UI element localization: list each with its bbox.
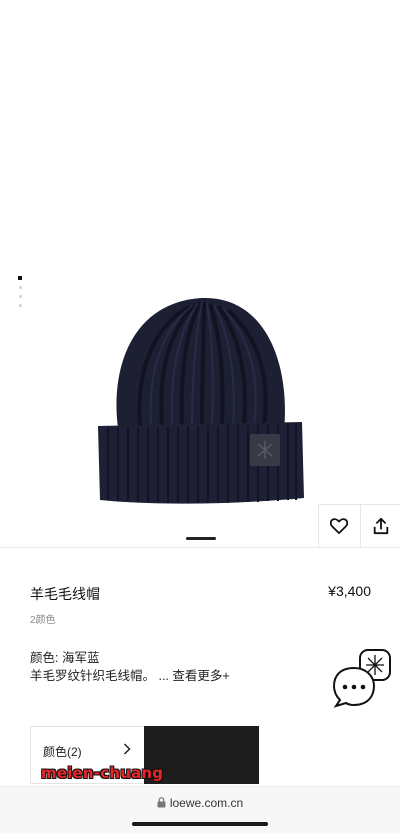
pagination-dot-active[interactable] bbox=[18, 276, 22, 280]
share-button[interactable] bbox=[360, 505, 400, 547]
chat-bubbles-icon bbox=[330, 648, 396, 710]
watermark-text: meien-chuang bbox=[41, 764, 163, 782]
browser-address-bar[interactable]: loewe.com.cn bbox=[0, 786, 400, 833]
wishlist-button[interactable] bbox=[319, 505, 360, 547]
customer-chat-button[interactable] bbox=[330, 648, 396, 710]
colors-count: 2颜色 bbox=[30, 611, 56, 626]
view-more-link[interactable]: 查看更多+ bbox=[172, 669, 229, 683]
product-image bbox=[40, 258, 360, 518]
pagination-dot[interactable] bbox=[19, 304, 22, 307]
pagination-dot[interactable] bbox=[19, 286, 22, 289]
sheet-drag-handle[interactable] bbox=[186, 537, 216, 540]
description-text: 羊毛罗纹针织毛线帽。 ... bbox=[30, 669, 169, 683]
divider bbox=[0, 547, 400, 548]
product-price: ¥3,400 bbox=[328, 583, 371, 599]
product-description: 羊毛罗纹针织毛线帽。 ... 查看更多+ bbox=[30, 665, 230, 684]
pagination-dot[interactable] bbox=[19, 295, 22, 298]
product-actions bbox=[318, 504, 400, 547]
heart-icon bbox=[330, 518, 348, 534]
gallery-pagination bbox=[18, 276, 24, 313]
product-title: 羊毛毛线帽 bbox=[30, 584, 100, 604]
product-gallery[interactable] bbox=[0, 0, 400, 548]
color-label: 颜色: 海军蓝 bbox=[30, 647, 99, 666]
url-text: loewe.com.cn bbox=[170, 796, 243, 810]
url-display[interactable]: loewe.com.cn bbox=[0, 796, 400, 810]
color-selector-label: 颜色(2) bbox=[43, 743, 82, 760]
chevron-right-icon bbox=[123, 743, 131, 755]
home-indicator[interactable] bbox=[132, 822, 268, 826]
share-icon bbox=[372, 517, 390, 535]
lock-icon bbox=[157, 797, 166, 808]
